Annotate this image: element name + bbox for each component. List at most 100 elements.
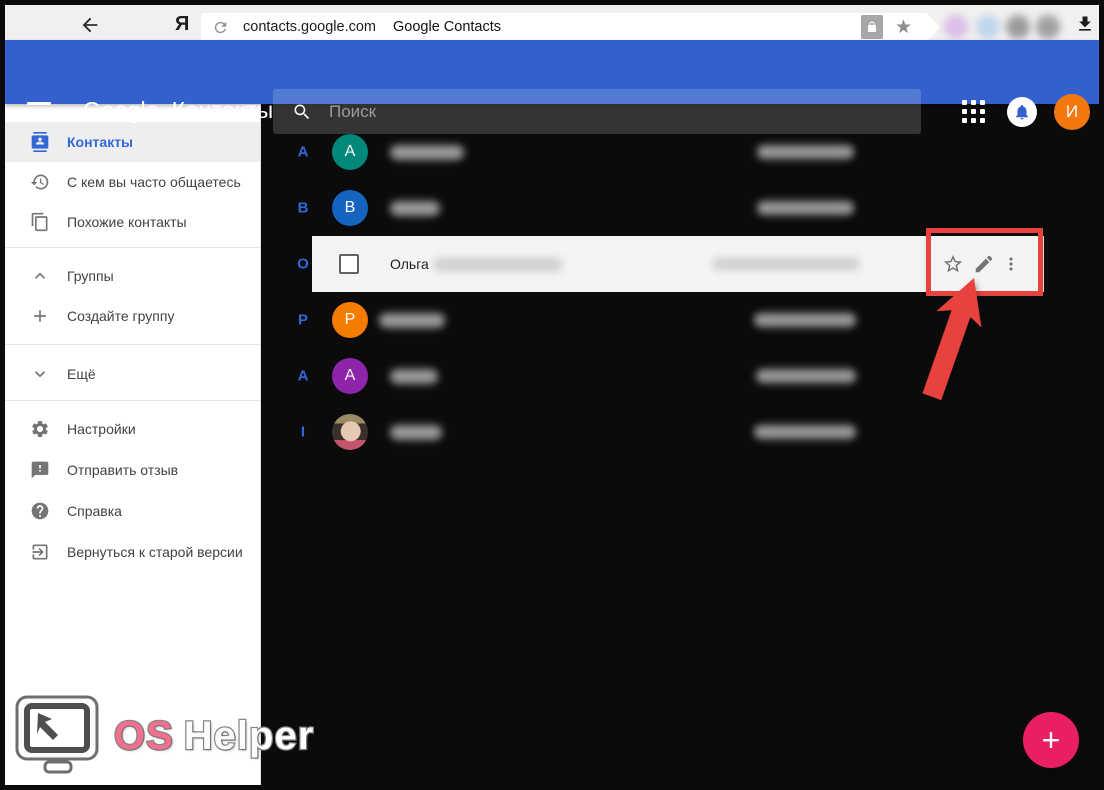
- duplicates-icon: [31, 212, 48, 232]
- alphabet-letter: Р: [297, 311, 308, 329]
- monitor-cursor-icon: [15, 695, 99, 774]
- sidebar-item-contacts[interactable]: Контакты: [5, 122, 260, 162]
- os-helper-watermark: OS Helper: [14, 694, 315, 778]
- avatar-initial: B: [344, 199, 356, 216]
- sidebar-item-label: Справка: [67, 503, 122, 519]
- sidebar-item-label: С кем вы часто общаетесь: [67, 174, 241, 190]
- google-apps-grid-icon[interactable]: [962, 100, 985, 123]
- avatar: Р: [332, 302, 368, 338]
- alphabet-letter: О: [297, 255, 309, 273]
- contacts-icon: [31, 132, 49, 152]
- redacted-phone: [754, 313, 856, 327]
- row-checkbox[interactable]: [339, 254, 359, 274]
- star-outline-icon[interactable]: [942, 253, 964, 275]
- notifications-bell-icon[interactable]: [1007, 97, 1037, 127]
- sidebar-item-label: Настройки: [67, 421, 136, 437]
- sidebar-item-label: Отправить отзыв: [67, 462, 179, 478]
- sidebar-item-label: Похожие контакты: [67, 214, 187, 230]
- divider: [5, 400, 260, 401]
- contact-row[interactable]: І: [261, 404, 1104, 460]
- watermark-helper: Helper: [183, 712, 315, 759]
- account-initial: И: [1065, 102, 1079, 121]
- contact-row[interactable]: В B: [261, 180, 1104, 236]
- contact-row-hovered[interactable]: О Ольга: [261, 236, 1104, 292]
- avatar-photo: [332, 414, 368, 450]
- gear-icon: [32, 421, 48, 437]
- redacted-name: [379, 313, 445, 328]
- redacted-phone: [756, 369, 856, 383]
- back-icon[interactable]: [77, 14, 103, 36]
- watermark-text: OS Helper: [113, 712, 315, 759]
- brand-google: Google: [83, 97, 159, 123]
- redacted-name: [433, 257, 563, 272]
- redacted-phone: [757, 201, 854, 215]
- page-title: Google Contacts: [393, 19, 502, 35]
- avatar: A: [332, 134, 368, 170]
- sidebar-item-settings[interactable]: Настройки: [5, 409, 260, 449]
- security-lock-icon[interactable]: [861, 15, 883, 39]
- extension-icon-blurred[interactable]: [1036, 15, 1060, 39]
- app-header: Google Контакты И: [5, 40, 1099, 134]
- sidebar-item-help[interactable]: Справка: [5, 491, 260, 531]
- watermark-os: OS: [113, 712, 174, 759]
- edit-pencil-icon[interactable]: [973, 253, 995, 275]
- search-box[interactable]: [273, 89, 921, 134]
- redacted-phone: [754, 425, 856, 439]
- divider: [5, 344, 260, 345]
- extension-icon-blurred[interactable]: [976, 15, 1000, 39]
- sidebar-item-feedback[interactable]: Отправить отзыв: [5, 450, 260, 490]
- sidebar-item-duplicates[interactable]: Похожие контакты: [5, 202, 260, 242]
- redacted-name: [390, 425, 442, 440]
- downloads-icon[interactable]: [1075, 14, 1095, 34]
- sidebar-item-label: Ещё: [67, 366, 96, 382]
- redacted-name: [390, 369, 438, 384]
- add-contact-fab[interactable]: +: [1023, 712, 1079, 768]
- sidebar-item-frequent[interactable]: С кем вы часто общаетесь: [5, 162, 260, 202]
- sidebar-item-label: Создайте группу: [67, 308, 175, 324]
- extension-icon-blurred[interactable]: [944, 15, 968, 39]
- chevron-up-icon: [35, 272, 45, 279]
- url-domain: contacts.google.com: [243, 19, 376, 35]
- yandex-browser-logo[interactable]: Я: [175, 13, 189, 36]
- contact-row[interactable]: А А: [261, 348, 1104, 404]
- address-bar[interactable]: contacts.google.com Google Contacts ★: [201, 13, 940, 41]
- avatar-initial: А: [344, 367, 356, 384]
- app-logo: Google Контакты: [83, 97, 273, 124]
- reload-icon[interactable]: [212, 19, 229, 36]
- alphabet-letter: В: [297, 199, 309, 217]
- sidebar-item-label: Контакты: [67, 134, 134, 150]
- browser-toolbar: Я contacts.google.com Google Contacts ★: [5, 5, 1099, 40]
- hamburger-menu-icon[interactable]: [27, 102, 51, 121]
- sidebar-item-old-version[interactable]: Вернуться к старой версии: [5, 532, 260, 572]
- contact-row[interactable]: Р Р: [261, 292, 1104, 348]
- alphabet-letter: А: [297, 367, 309, 385]
- redacted-name: [390, 145, 464, 160]
- redacted-phone: [757, 145, 854, 159]
- contact-name: Ольга: [390, 256, 429, 272]
- more-vertical-icon[interactable]: [1001, 253, 1021, 275]
- account-avatar[interactable]: И: [1054, 94, 1090, 130]
- divider: [5, 247, 260, 248]
- bookmark-star-icon[interactable]: ★: [895, 18, 912, 37]
- sidebar: Контакты С кем вы часто общаетесь Похожи…: [5, 104, 261, 785]
- help-icon: [31, 502, 49, 520]
- sidebar-item-more[interactable]: Ещё: [5, 354, 260, 394]
- search-icon: [294, 104, 310, 119]
- avatar-initial: Р: [344, 311, 356, 328]
- search-input[interactable]: [329, 101, 921, 122]
- avatar: B: [332, 190, 368, 226]
- sidebar-item-label: Группы: [67, 268, 114, 284]
- plus-icon: +: [1041, 722, 1061, 758]
- extension-icon-blurred[interactable]: [1006, 15, 1030, 39]
- sidebar-item-groups[interactable]: Группы: [5, 256, 260, 296]
- plus-icon: [34, 310, 46, 322]
- history-icon: [30, 174, 49, 190]
- product-name: Контакты: [171, 97, 274, 123]
- redacted-phone: [712, 257, 860, 271]
- feedback-icon: [31, 461, 49, 479]
- alphabet-letter: А: [297, 143, 309, 161]
- avatar: А: [332, 358, 368, 394]
- exit-to-app-icon: [32, 544, 48, 560]
- sidebar-item-create-group[interactable]: Создайте группу: [5, 296, 260, 336]
- avatar-initial: A: [344, 143, 356, 160]
